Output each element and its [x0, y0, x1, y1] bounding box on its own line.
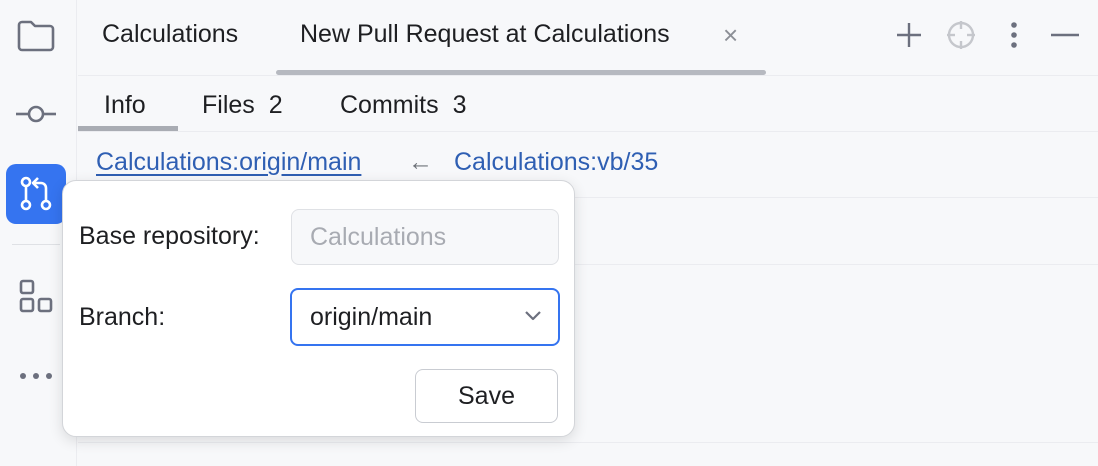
tab-files-count: 2	[268, 91, 283, 119]
structure-icon	[18, 278, 54, 314]
tab-commits-label: Commits	[340, 91, 439, 119]
tab-calculations[interactable]: Calculations	[102, 20, 238, 49]
branch-select[interactable]: origin/main	[290, 288, 560, 346]
base-repository-placeholder: Calculations	[310, 223, 447, 251]
save-button[interactable]: Save	[415, 369, 558, 423]
more-vertical-icon[interactable]	[999, 18, 1029, 52]
base-branch-link[interactable]: Calculations:origin/main	[96, 148, 361, 177]
plus-icon[interactable]	[894, 18, 924, 52]
pull-requests-tool-button[interactable]	[6, 164, 66, 224]
pull-request-icon	[16, 174, 56, 214]
base-repository-label: Base repository:	[79, 222, 260, 250]
tab-new-pull-request[interactable]: New Pull Request at Calculations	[300, 20, 670, 49]
target-icon[interactable]	[946, 18, 976, 52]
project-tool-button[interactable]	[6, 6, 66, 66]
structure-tool-button[interactable]	[6, 266, 66, 326]
strip-separator	[12, 244, 60, 245]
close-tab-icon[interactable]: ×	[723, 22, 738, 48]
divider	[78, 442, 1098, 443]
tab-info[interactable]: Info	[104, 91, 146, 120]
tab-info-label: Info	[104, 91, 146, 119]
base-repository-field: Calculations	[291, 209, 559, 265]
base-branch-popup: Base repository: Calculations Branch: or…	[62, 180, 575, 437]
tool-window-header: Calculations New Pull Request at Calcula…	[78, 0, 1098, 76]
commit-tool-button[interactable]	[6, 84, 66, 144]
tab-commits[interactable]: Commits 3	[340, 91, 467, 120]
more-horizontal-icon	[18, 371, 54, 381]
folder-icon	[16, 19, 56, 53]
active-tab-indicator	[276, 70, 766, 75]
active-subtab-indicator	[78, 126, 178, 131]
tab-files-label: Files	[202, 91, 255, 119]
details-tabs: Info Files 2 Commits 3	[78, 76, 1098, 132]
tab-commits-count: 3	[452, 91, 467, 119]
commit-icon	[14, 102, 58, 126]
head-branch-link[interactable]: Calculations:vb/35	[454, 148, 658, 177]
branch-select-value: origin/main	[310, 303, 433, 331]
more-tools-button[interactable]	[6, 346, 66, 406]
branch-label: Branch:	[79, 303, 166, 331]
chevron-down-icon	[524, 308, 542, 326]
arrow-left-icon: ←	[408, 148, 433, 176]
tab-files[interactable]: Files 2	[202, 91, 283, 120]
minimize-icon[interactable]	[1050, 18, 1080, 52]
